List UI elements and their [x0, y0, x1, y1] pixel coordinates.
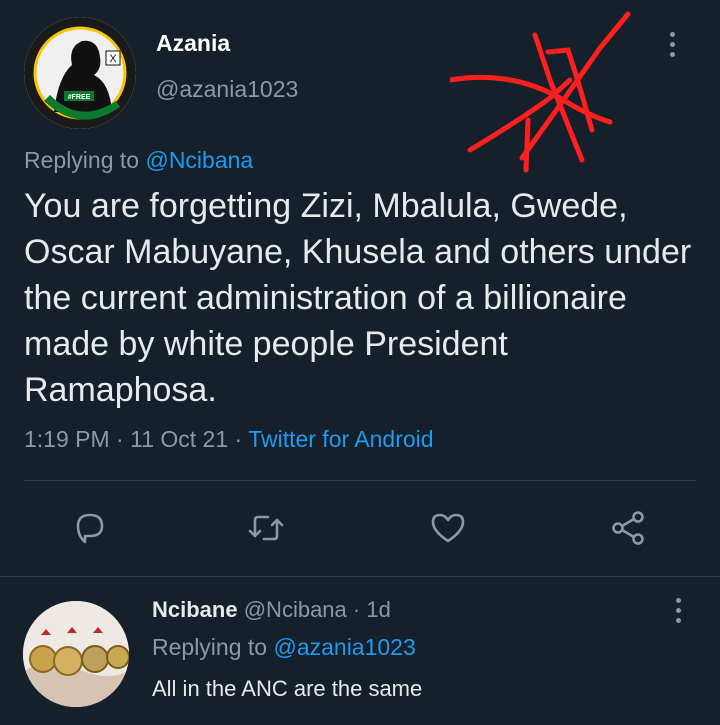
reply-text: All in the ANC are the same [152, 676, 423, 701]
share-button[interactable] [608, 508, 648, 548]
divider [0, 576, 720, 577]
reply-button[interactable] [70, 508, 110, 548]
red-x-annotation [450, 11, 631, 173]
reply-author-handle[interactable]: @Ncibana [244, 597, 347, 622]
meta-separator: · [116, 426, 124, 452]
retweet-icon [248, 515, 284, 541]
share-icon [612, 511, 644, 545]
svg-text:X: X [109, 53, 117, 65]
meta-separator: · [234, 426, 243, 452]
reply-replying-to-line: Replying to @azania1023 [152, 634, 416, 661]
like-button[interactable] [428, 508, 468, 548]
author-handle[interactable]: @azania1023 [156, 76, 298, 103]
replying-prefix: Replying to [24, 147, 140, 173]
replying-to-line: Replying to @Ncibana [24, 147, 253, 174]
replying-to-link[interactable]: @Ncibana [145, 147, 253, 173]
coins-photo [23, 601, 129, 707]
reply-replying-to-link[interactable]: @azania1023 [273, 634, 415, 660]
tweet-meta: 1:19 PM · 11 Oct 21 · Twitter for Androi… [24, 426, 434, 453]
reply-author-avatar[interactable] [23, 601, 129, 707]
tweet-source[interactable]: Twitter for Android [248, 426, 433, 452]
tweet-text: You are forgetting Zizi, Mbalula, Gwede,… [24, 187, 692, 409]
avatar-graphic: X #FREE [24, 17, 136, 129]
reply-replying-prefix: Replying to [152, 634, 268, 660]
reply-icon [76, 513, 104, 544]
reply-header: Ncibane @Ncibana · 1d [152, 597, 391, 623]
author-name[interactable]: Azania [156, 30, 230, 57]
svg-text:#FREE: #FREE [68, 94, 91, 101]
reply-author-name[interactable]: Ncibane [152, 597, 238, 622]
heart-icon [431, 513, 465, 543]
retweet-button[interactable] [246, 508, 286, 548]
reply-more-options-icon[interactable] [676, 598, 681, 628]
divider [24, 480, 696, 481]
author-avatar[interactable]: X #FREE [24, 17, 136, 129]
reply-separator: · [352, 597, 361, 622]
tweet-time[interactable]: 1:19 PM [24, 426, 110, 452]
tweet-date[interactable]: 11 Oct 21 [130, 426, 228, 452]
reply-age[interactable]: 1d [366, 597, 390, 622]
more-options-icon[interactable] [670, 32, 675, 62]
